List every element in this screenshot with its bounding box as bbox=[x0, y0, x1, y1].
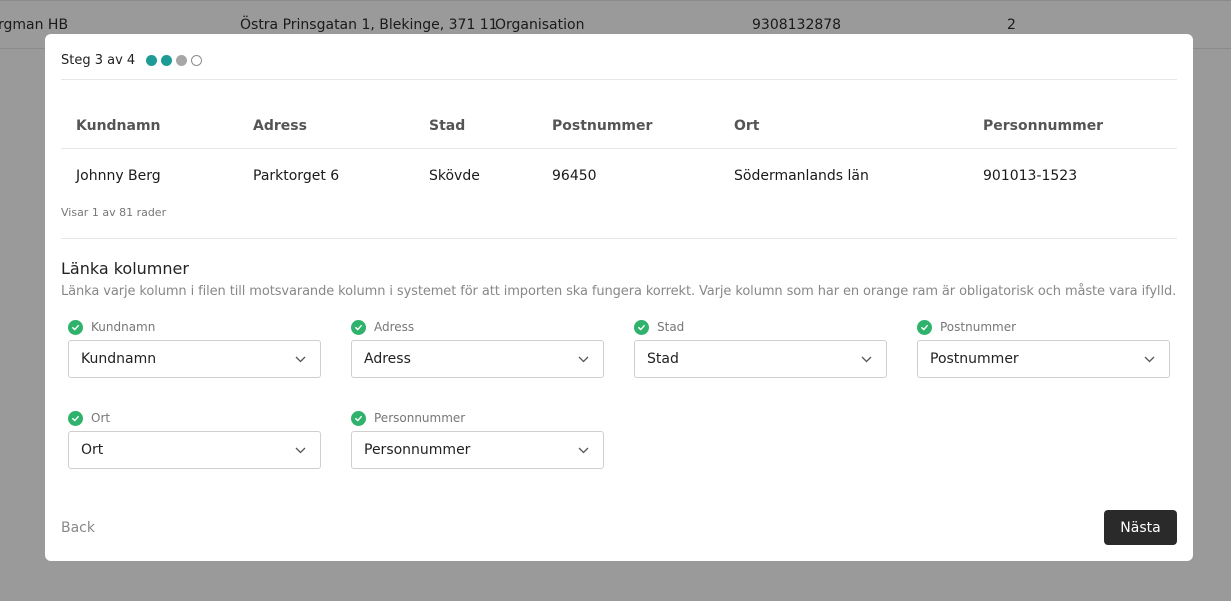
section-title: Länka kolumner bbox=[61, 259, 189, 278]
step-dot-2 bbox=[161, 55, 173, 66]
select-value: Personnummer bbox=[364, 442, 471, 458]
select-value: Postnummer bbox=[930, 351, 1019, 367]
table-cell: Parktorget 6 bbox=[253, 168, 340, 184]
step-indicator: Steg 3 av 4 bbox=[61, 53, 203, 68]
step-text: Steg 3 av 4 bbox=[61, 53, 136, 68]
mapping-field-personnummer: Personnummer Personnummer bbox=[351, 410, 604, 469]
divider bbox=[61, 79, 1177, 80]
table-cell: Södermanlands län bbox=[734, 168, 869, 184]
column-header: Adress bbox=[253, 118, 307, 134]
postnummer-select[interactable]: Postnummer bbox=[917, 340, 1170, 378]
import-modal: Steg 3 av 4 Kundnamn Adress Stad Postnum… bbox=[45, 34, 1193, 561]
select-value: Kundnamn bbox=[81, 351, 157, 367]
select-value: Stad bbox=[647, 351, 679, 367]
check-icon bbox=[634, 319, 649, 335]
divider bbox=[61, 238, 1177, 239]
column-header: Postnummer bbox=[552, 118, 653, 134]
check-icon bbox=[351, 319, 366, 335]
header-divider bbox=[61, 148, 1177, 149]
adress-select[interactable]: Adress bbox=[351, 340, 604, 378]
table-cell: Skövde bbox=[429, 168, 480, 184]
check-icon bbox=[68, 319, 83, 335]
bg-cell-name: rgman HB bbox=[0, 17, 69, 33]
kundnamn-select[interactable]: Kundnamn bbox=[68, 340, 321, 378]
table-cell: Johnny Berg bbox=[76, 168, 161, 184]
select-value: Adress bbox=[364, 351, 411, 367]
check-icon bbox=[351, 410, 366, 426]
chevron-down-icon bbox=[578, 356, 589, 363]
chevron-down-icon bbox=[295, 356, 306, 363]
chevron-down-icon bbox=[295, 447, 306, 454]
step-dots bbox=[146, 55, 203, 66]
bg-cell-number: 9308132878 bbox=[752, 17, 842, 33]
field-label: Kundnamn bbox=[91, 320, 156, 334]
rows-info: Visar 1 av 81 rader bbox=[61, 206, 167, 219]
mapping-field-adress: Adress Adress bbox=[351, 319, 604, 378]
chevron-down-icon bbox=[578, 447, 589, 454]
section-description: Länka varje kolumn i filen till motsvara… bbox=[61, 284, 1177, 299]
check-icon bbox=[68, 410, 83, 426]
mapping-field-ort: Ort Ort bbox=[68, 410, 321, 469]
column-header: Stad bbox=[429, 118, 466, 134]
table-cell: 901013-1523 bbox=[983, 168, 1078, 184]
field-label: Adress bbox=[374, 320, 415, 334]
field-label: Personnummer bbox=[374, 411, 466, 425]
chevron-down-icon bbox=[1144, 356, 1155, 363]
bg-cell-count: 2 bbox=[1007, 17, 1016, 33]
bg-cell-address: Östra Prinsgatan 1, Blekinge, 371 11 bbox=[240, 17, 498, 33]
next-button[interactable]: Nästa bbox=[1104, 510, 1177, 545]
step-dot-4 bbox=[191, 55, 203, 66]
select-value: Ort bbox=[81, 442, 104, 458]
field-label: Ort bbox=[91, 411, 111, 425]
field-label: Postnummer bbox=[940, 320, 1017, 334]
column-header: Ort bbox=[734, 118, 760, 134]
personnummer-select[interactable]: Personnummer bbox=[351, 431, 604, 469]
chevron-down-icon bbox=[861, 356, 872, 363]
field-label: Stad bbox=[657, 320, 685, 334]
table-cell: 96450 bbox=[552, 168, 597, 184]
mapping-field-postnummer: Postnummer Postnummer bbox=[917, 319, 1170, 378]
ort-select[interactable]: Ort bbox=[68, 431, 321, 469]
bg-cell-type: Organisation bbox=[495, 17, 585, 33]
back-button[interactable]: Back bbox=[61, 520, 95, 536]
mapping-field-kundnamn: Kundnamn Kundnamn bbox=[68, 319, 321, 378]
check-icon bbox=[917, 319, 932, 335]
step-dot-1 bbox=[146, 55, 158, 66]
step-dot-3 bbox=[176, 55, 188, 66]
column-header: Kundnamn bbox=[76, 118, 161, 134]
column-header: Personnummer bbox=[983, 118, 1104, 134]
stad-select[interactable]: Stad bbox=[634, 340, 887, 378]
mapping-field-stad: Stad Stad bbox=[634, 319, 887, 378]
